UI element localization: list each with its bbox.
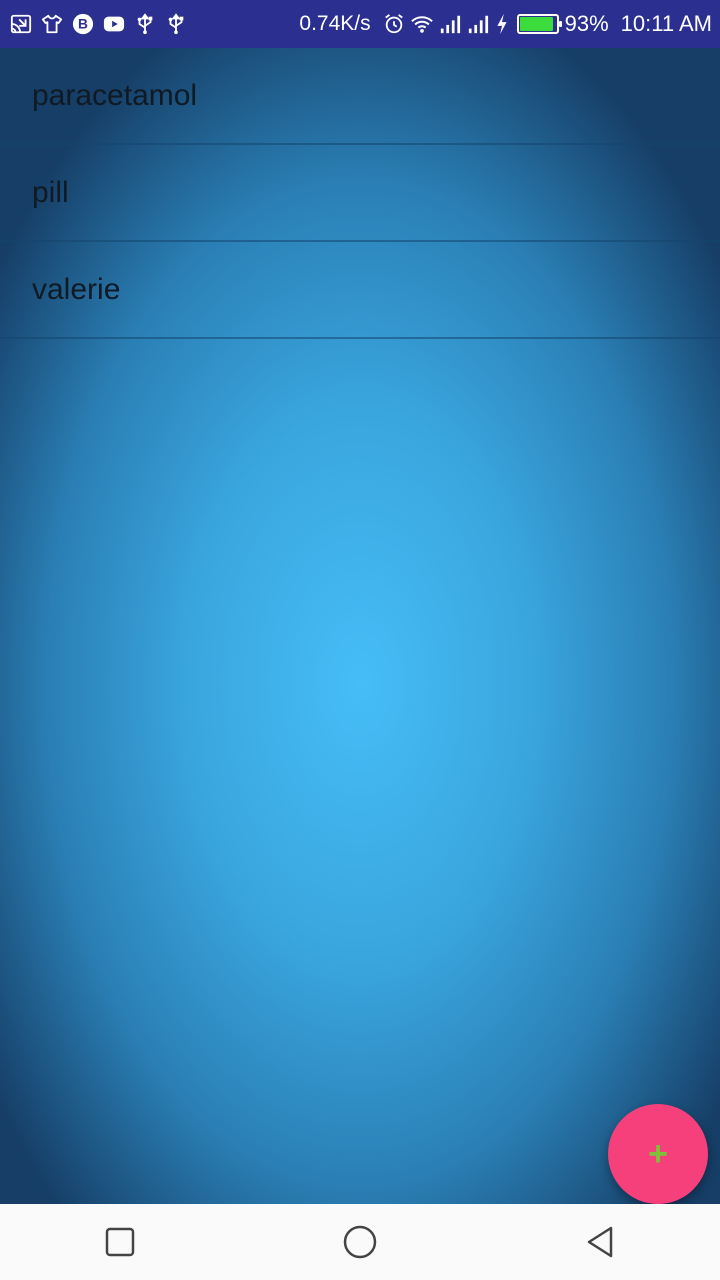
usb-icon — [165, 13, 187, 35]
medicine-list: paracetamol pill valerie — [0, 48, 720, 339]
battery-icon — [516, 14, 562, 34]
notification-icons: B — [10, 13, 187, 35]
list-item-label: paracetamol — [32, 78, 198, 112]
wifi-icon — [410, 13, 433, 35]
add-button[interactable]: + — [608, 1104, 708, 1204]
network-speed: 0.74K/s — [299, 12, 371, 35]
clock: 10:11 AM — [620, 11, 712, 36]
usb-icon — [134, 13, 156, 35]
list-item-label: pill — [32, 175, 69, 209]
back-icon — [587, 1226, 613, 1258]
svg-text:B: B — [78, 17, 88, 32]
home-icon — [343, 1225, 377, 1259]
signal-icon — [467, 13, 489, 35]
main-content: paracetamol pill valerie — [0, 48, 720, 1204]
list-item[interactable]: valerie — [0, 242, 720, 339]
home-button[interactable] — [300, 1204, 420, 1280]
battery-level — [519, 17, 553, 31]
charging-icon — [495, 13, 509, 35]
system-indicators: 0.74K/s 93% 10:11 AM — [299, 11, 712, 37]
tshirt-icon — [41, 13, 63, 35]
recent-apps-button[interactable] — [60, 1204, 180, 1280]
recent-apps-icon — [105, 1227, 135, 1257]
alarm-icon — [383, 13, 405, 35]
list-item[interactable]: pill — [0, 145, 720, 242]
battery-percent: 93% — [564, 11, 609, 36]
navigation-bar — [0, 1204, 720, 1280]
back-button[interactable] — [540, 1204, 660, 1280]
signal-icon — [439, 13, 461, 35]
status-bar: B 0.74K/s 93% 10:11 AM — [0, 0, 720, 48]
list-item[interactable]: paracetamol — [0, 48, 720, 145]
cast-icon — [10, 13, 32, 35]
list-item-label: valerie — [32, 272, 121, 306]
b-icon: B — [72, 13, 94, 35]
plus-icon: + — [648, 1134, 668, 1173]
youtube-icon — [103, 13, 125, 35]
